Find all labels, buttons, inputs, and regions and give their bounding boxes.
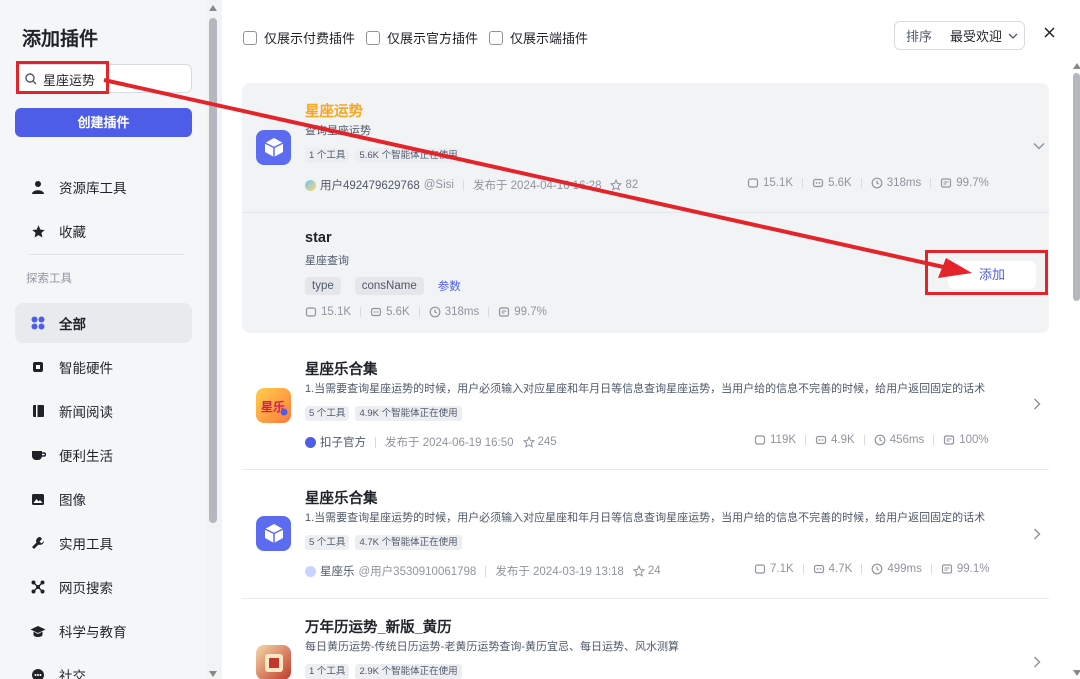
annotation-arrow <box>103 78 972 278</box>
